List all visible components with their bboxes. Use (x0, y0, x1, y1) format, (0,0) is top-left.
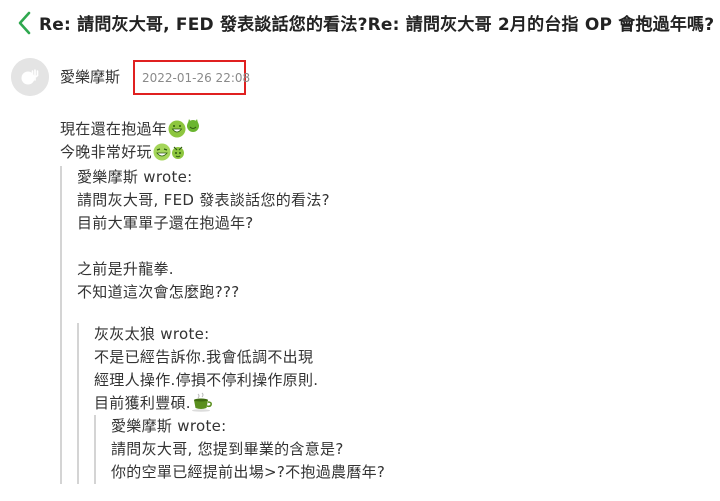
post-line: 今晚非常好玩 (60, 141, 720, 164)
quote-block: 愛樂摩斯 wrote: 請問灰大哥, FED 發表談話您的看法? 目前大軍單子還… (60, 166, 720, 484)
back-button[interactable] (14, 9, 38, 37)
topic-header: Re: 請問灰大哥, FED 發表談話您的看法?Re: 請問灰大哥 2月的台指 … (0, 0, 720, 46)
quote-line: 之前是升龍拳. (77, 260, 174, 278)
chevron-left-icon (18, 11, 31, 35)
quote-header: 愛樂摩斯 wrote: (111, 417, 227, 435)
quote-header: 愛樂摩斯 wrote: (77, 168, 193, 186)
quote-line: 經理人操作.停損不停利操作原則. (94, 371, 319, 389)
quote-line: 請問灰大哥, FED 發表談話您的看法? (77, 191, 330, 209)
quote-line: 目前獲利豐碩. (94, 392, 720, 415)
quote-block-nested: 灰灰太狼 wrote: 不是已經告訴你.我會低調不出現 經理人操作.停損不停利操… (77, 323, 720, 484)
post-line-text: 現在還在抱過年 (60, 120, 168, 138)
quote-line: 不知道這次會怎麼跑??? (77, 283, 240, 301)
post-line: 現在還在抱過年 (60, 118, 720, 141)
topic-title: Re: 請問灰大哥, FED 發表談話您的看法?Re: 請問灰大哥 2月的台指 … (39, 15, 720, 35)
quote-header: 灰灰太狼 wrote: (94, 325, 210, 343)
quote-line: 你的空單已經提前出場>?不抱過農曆年? (111, 463, 386, 481)
quote-line: 請問灰大哥, 您提到畢業的含意是? (111, 440, 344, 458)
post-line-text: 今晚非常好玩 (60, 143, 152, 161)
post-body: 現在還在抱過年 今晚非常好玩 愛樂摩斯 wrote: 請問灰大哥, FED 發表… (60, 118, 720, 484)
quote-line-text: 目前獲利豐碩. (94, 394, 191, 412)
post-timestamp: 2022-01-26 22:08 (142, 71, 251, 85)
quote-block-nested-deep: 愛樂摩斯 wrote: 請問灰大哥, 您提到畢業的含意是? 你的空單已經提前出場… (94, 415, 720, 484)
avatar[interactable] (11, 58, 49, 96)
post-author[interactable]: 愛樂摩斯 (60, 66, 120, 87)
quote-line: 不是已經告訴你.我會低調不出現 (94, 348, 314, 366)
quote-line: 目前大軍單子還在抱過年? (77, 214, 254, 232)
avatar-placeholder-icon (11, 58, 49, 96)
laughing-face-emoji (152, 141, 186, 168)
